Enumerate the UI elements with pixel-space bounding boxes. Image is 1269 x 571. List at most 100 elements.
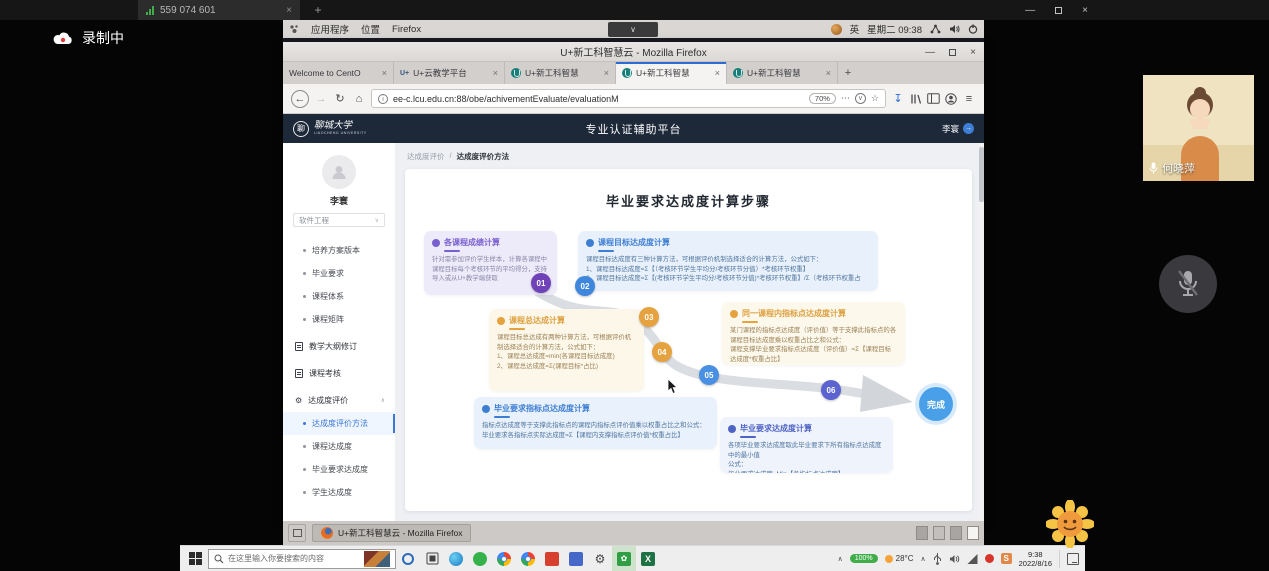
show-desktop-icon[interactable] bbox=[288, 524, 306, 542]
taskbar-app-edge[interactable] bbox=[444, 546, 468, 571]
screentogif-icon[interactable]: S bbox=[1001, 553, 1012, 564]
close-icon[interactable]: × bbox=[970, 47, 976, 58]
workspace-1[interactable] bbox=[916, 526, 928, 540]
sunflower-floating-icon[interactable] bbox=[1046, 500, 1094, 548]
minimize-icon[interactable]: — bbox=[925, 47, 935, 58]
taskbar-app-excel[interactable]: X bbox=[636, 546, 660, 571]
taskbar-app-chrome-2[interactable] bbox=[516, 546, 540, 571]
tab-close-icon[interactable]: × bbox=[715, 68, 720, 78]
page-scrollbar[interactable] bbox=[979, 143, 984, 521]
remote-toolbar-collapsed[interactable]: ∨ bbox=[608, 22, 658, 37]
back-button[interactable]: ← bbox=[291, 90, 309, 108]
firefox-titlebar[interactable]: U+新工科智慧云 - Mozilla Firefox — × bbox=[283, 42, 984, 62]
sidebar-item-course-matrix[interactable]: 课程矩阵 bbox=[283, 308, 395, 331]
taskbar-app-photos[interactable] bbox=[564, 546, 588, 571]
breadcrumb-parent[interactable]: 达成度评价 bbox=[407, 151, 445, 162]
hidden-icons-caret[interactable]: ∧ bbox=[838, 555, 843, 563]
sidebar-item-course-assessment[interactable]: 课程考核 bbox=[283, 362, 395, 385]
volume-icon[interactable] bbox=[949, 24, 960, 34]
workspace-switcher[interactable] bbox=[916, 526, 979, 540]
weather-indicator[interactable]: 28°C bbox=[885, 554, 914, 563]
sidebar-toggle-icon[interactable] bbox=[927, 93, 940, 104]
tab-uplus-cloud-teaching[interactable]: U+ U+云教学平台 × bbox=[394, 62, 505, 84]
tab-uplus-smart-2-active[interactable]: U+新工科智慧 × bbox=[616, 62, 727, 84]
sidebar-item-achievement-evaluation[interactable]: ⚙达成度评价∧ bbox=[283, 389, 395, 412]
restore-icon[interactable] bbox=[949, 49, 956, 56]
sidebar-item-student-achievement[interactable]: 学生达成度 bbox=[283, 481, 395, 504]
taskbar-app-netease[interactable] bbox=[540, 546, 564, 571]
taskbar-app-wechat[interactable] bbox=[468, 546, 492, 571]
menu-places[interactable]: 位置 bbox=[361, 22, 380, 36]
participant-video[interactable]: 何晓萍 bbox=[1143, 75, 1254, 181]
sidebar-item-course-achievement[interactable]: 课程达成度 bbox=[283, 435, 395, 458]
close-session-icon[interactable]: × bbox=[286, 5, 292, 16]
maximize-icon[interactable] bbox=[1055, 7, 1062, 14]
cortana-button[interactable] bbox=[396, 546, 420, 571]
forward-button[interactable]: → bbox=[314, 93, 328, 105]
sidebar-item-evaluation-method[interactable]: 达成度评价方法 bbox=[283, 412, 395, 435]
start-button[interactable] bbox=[182, 546, 208, 571]
taskbar-search-input[interactable]: 在这里输入你要搜索的内容 bbox=[208, 549, 396, 569]
tab-uplus-smart-3[interactable]: U+新工科智慧 × bbox=[727, 62, 838, 84]
workspace-2[interactable] bbox=[933, 526, 945, 540]
sidebar-item-graduation-requirements[interactable]: 毕业要求 bbox=[283, 262, 395, 285]
remote-session-tab[interactable]: 559 074 601 × bbox=[138, 0, 300, 20]
usb-icon[interactable] bbox=[933, 553, 942, 565]
pocket-icon[interactable]: ∨ bbox=[855, 93, 866, 104]
hamburger-menu-icon[interactable]: ≡ bbox=[962, 93, 976, 105]
search-highlight-image[interactable] bbox=[364, 551, 390, 567]
tab-close-icon[interactable]: × bbox=[382, 68, 387, 78]
network-icon[interactable] bbox=[967, 554, 978, 564]
sidebar-item-graduation-achievement[interactable]: 毕业要求达成度 bbox=[283, 458, 395, 481]
battery-indicator[interactable]: 100% bbox=[850, 554, 878, 563]
microphone-muted-button[interactable] bbox=[1159, 255, 1217, 313]
task-view-button[interactable] bbox=[420, 546, 444, 571]
input-method-icon[interactable] bbox=[831, 24, 842, 35]
downloads-icon[interactable]: ↧ bbox=[891, 92, 905, 105]
url-input[interactable]: i ee-c.lcu.edu.cn:88/obe/achivementEvalu… bbox=[371, 89, 886, 108]
sidebar-item-syllabus-revision[interactable]: 教学大纲修订 bbox=[283, 335, 395, 358]
tab-close-icon[interactable]: × bbox=[493, 68, 498, 78]
taskbar-app-chrome-1[interactable] bbox=[492, 546, 516, 571]
new-tab-button[interactable]: + bbox=[838, 62, 858, 84]
tab-close-icon[interactable]: × bbox=[604, 68, 609, 78]
scrollbar-thumb[interactable] bbox=[979, 147, 984, 202]
new-session-button[interactable]: + bbox=[310, 2, 326, 18]
taskbar-app-settings[interactable]: ⚙ bbox=[588, 546, 612, 571]
menu-firefox[interactable]: Firefox bbox=[392, 24, 421, 35]
account-icon[interactable] bbox=[945, 93, 957, 105]
speaker-icon[interactable] bbox=[949, 554, 960, 564]
network-icon[interactable] bbox=[930, 24, 941, 34]
page-zoom-indicator[interactable]: 70% bbox=[809, 93, 836, 104]
reload-button[interactable]: ↻ bbox=[333, 92, 347, 105]
taskbar-clock[interactable]: 9:38 2022/8/16 bbox=[1019, 550, 1052, 568]
sidebar-item-training-plan[interactable]: 培养方案版本 bbox=[283, 239, 395, 262]
tab-close-icon[interactable]: × bbox=[826, 68, 831, 78]
tray-caret[interactable]: ∧ bbox=[921, 555, 926, 563]
workspace-3[interactable] bbox=[950, 526, 962, 540]
antivirus-icon[interactable] bbox=[985, 554, 994, 563]
page-actions-icon[interactable]: ⋯ bbox=[841, 93, 850, 104]
site-info-icon[interactable]: i bbox=[378, 94, 388, 104]
menu-applications[interactable]: 应用程序 bbox=[311, 22, 349, 36]
tab-uplus-smart-1[interactable]: U+新工科智慧 × bbox=[505, 62, 616, 84]
firefox-task-button[interactable]: U+新工科智慧云 - Mozilla Firefox bbox=[312, 524, 471, 542]
firefox-window: U+新工科智慧云 - Mozilla Firefox — × Welcome t… bbox=[283, 42, 984, 521]
close-icon[interactable]: × bbox=[1082, 5, 1088, 16]
power-icon[interactable] bbox=[968, 24, 978, 34]
logout-icon[interactable]: → bbox=[963, 123, 974, 134]
header-user[interactable]: 李寰 → bbox=[942, 123, 974, 135]
action-center-icon[interactable] bbox=[1067, 553, 1079, 565]
library-icon[interactable] bbox=[910, 93, 922, 105]
language-indicator[interactable]: 英 bbox=[850, 22, 860, 36]
bookmark-star-icon[interactable]: ☆ bbox=[871, 93, 879, 104]
workspace-4-active[interactable] bbox=[967, 526, 979, 540]
taskbar-app-sunlogin-active[interactable]: ✿ bbox=[612, 546, 636, 571]
major-select[interactable]: 软件工程 ∨ bbox=[293, 213, 385, 227]
gnome-clock[interactable]: 星期二 09:38 bbox=[867, 22, 922, 36]
minimize-icon[interactable]: — bbox=[1025, 5, 1035, 16]
url-text: ee-c.lcu.edu.cn:88/obe/achivementEvaluat… bbox=[393, 94, 619, 104]
tab-welcome-centos[interactable]: Welcome to CentO × bbox=[283, 62, 394, 84]
home-button[interactable]: ⌂ bbox=[352, 93, 366, 105]
sidebar-item-course-system[interactable]: 课程体系 bbox=[283, 285, 395, 308]
